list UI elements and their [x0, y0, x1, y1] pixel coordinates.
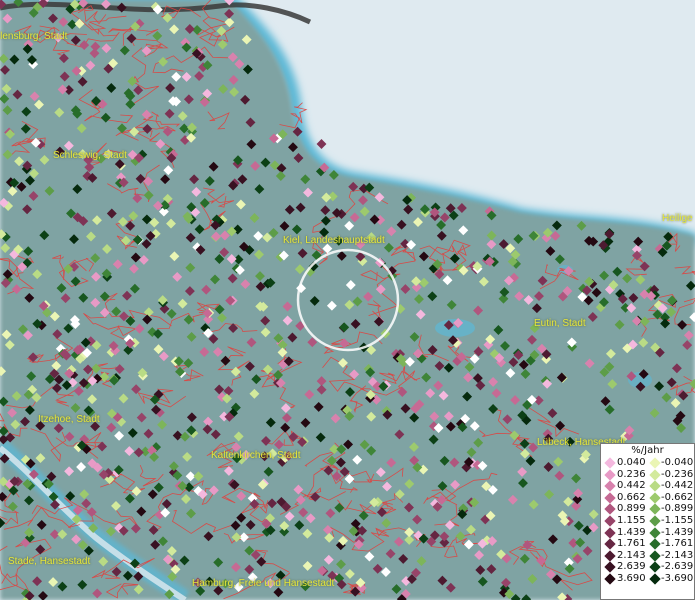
legend-label: -2.143 — [661, 549, 694, 561]
city-label-heilige: Heilige — [662, 213, 693, 224]
legend-swatch — [649, 573, 661, 585]
legend-swatch — [604, 492, 616, 504]
legend-rows: 0.040 -0.040 0.236 -0.236 0.442 -0.442 0.662 -0… — [601, 457, 694, 585]
legend-swatch — [604, 526, 616, 539]
legend-label: 2.143 — [617, 549, 646, 561]
legend-row: 2.639 -2.639 — [601, 561, 694, 574]
legend-row: 2.143 -2.143 — [601, 550, 694, 562]
legend-row: 0.442 -0.442 — [601, 480, 694, 492]
legend-label: -0.236 — [661, 468, 694, 480]
legend-row: 0.236 -0.236 — [601, 469, 694, 481]
legend-label: 3.690 — [617, 572, 646, 584]
city-label-kaltenkirchen: Kaltenkirchen, Stadt — [211, 450, 301, 461]
legend-swatch — [649, 492, 661, 504]
legend-swatch — [604, 538, 616, 550]
city-label-hamburg: Hamburg, Freie und Hansestadt — [192, 578, 335, 589]
legend-row: 3.690 -3.690 — [601, 573, 694, 585]
city-label-flensburg: Flensburg, Stadt — [0, 31, 68, 42]
legend-label: 1.439 — [617, 526, 646, 538]
legend-label: 1.761 — [617, 538, 646, 550]
legend-label: 0.236 — [617, 468, 646, 480]
legend-swatch — [604, 573, 616, 585]
legend-swatch — [649, 526, 661, 539]
legend-swatch — [649, 515, 661, 527]
legend-label: -0.662 — [661, 491, 694, 503]
legend-label: 0.899 — [617, 503, 646, 515]
legend-label: -2.639 — [661, 561, 694, 573]
legend-swatch — [604, 515, 616, 527]
legend-row: 0.899 -0.899 — [601, 503, 694, 516]
legend-label: 2.639 — [617, 561, 646, 573]
legend-swatch — [649, 480, 661, 492]
legend-row: 0.040 -0.040 — [601, 457, 694, 469]
city-label-stade: Stade, Hansestadt — [8, 556, 91, 567]
city-label-schleswig: Schleswig, Stadt — [53, 150, 127, 161]
legend-swatch — [604, 468, 616, 481]
legend-title: %/Jahr — [631, 445, 664, 456]
city-label-eutin: Eutin, Stadt — [534, 318, 586, 329]
legend-swatch — [649, 457, 661, 469]
legend-swatch — [649, 503, 661, 516]
legend-label: 0.040 — [617, 457, 646, 468]
legend-swatch — [604, 457, 616, 469]
legend-swatch — [649, 550, 661, 562]
legend-swatch — [649, 538, 661, 550]
legend-swatch — [604, 561, 616, 574]
legend-label: 0.662 — [617, 491, 646, 503]
legend-label: 0.442 — [617, 480, 646, 492]
legend-label: -1.761 — [661, 538, 694, 550]
legend-swatch — [604, 480, 616, 492]
basemap — [0, 0, 695, 600]
legend-row: 0.662 -0.662 — [601, 492, 694, 504]
legend-label: 1.155 — [617, 514, 646, 526]
legend-label: -1.439 — [661, 526, 694, 538]
legend-swatch — [649, 561, 661, 574]
legend-label: -3.690 — [661, 572, 694, 584]
legend-row: 1.155 -1.155 — [601, 515, 694, 527]
legend-swatch — [604, 503, 616, 516]
legend-label: -0.040 — [661, 457, 694, 468]
legend: %/Jahr 0.040 -0.040 0.236 -0.236 0.442 -0.442… — [600, 443, 695, 600]
legend-label: -1.155 — [661, 514, 694, 526]
map-view[interactable]: Flensburg, Stadt Schleswig, Stadt Kiel, … — [0, 0, 695, 600]
legend-label: -0.442 — [661, 480, 694, 492]
city-label-itzehoe: Itzehoe, Stadt — [38, 414, 100, 425]
legend-swatch — [649, 468, 661, 481]
legend-row: 1.761 -1.761 — [601, 538, 694, 550]
legend-label: -0.899 — [661, 503, 694, 515]
legend-row: 1.439 -1.439 — [601, 527, 694, 539]
city-label-kiel: Kiel, Landeshauptstadt — [283, 235, 385, 246]
legend-swatch — [604, 550, 616, 562]
